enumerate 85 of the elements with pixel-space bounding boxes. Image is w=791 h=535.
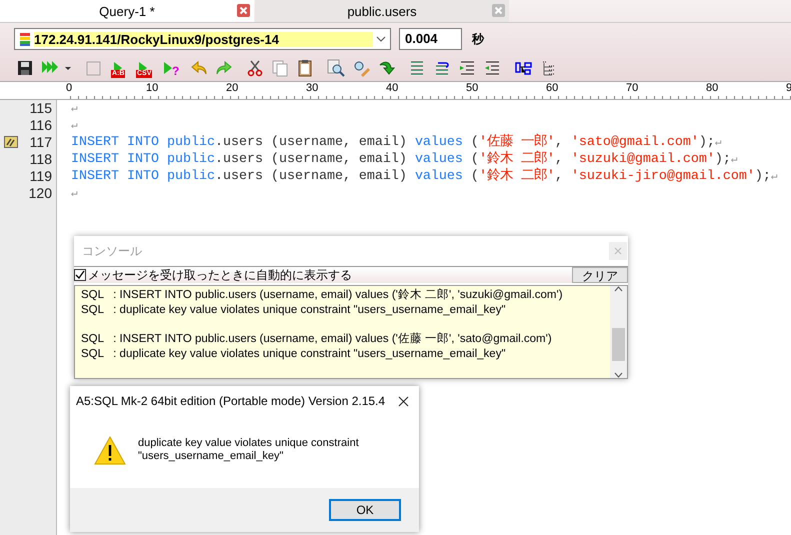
search-icon[interactable] xyxy=(327,59,345,77)
line-end-mark: ↵ xyxy=(71,103,78,115)
time-unit: 秒 xyxy=(472,30,484,48)
code-text: ( xyxy=(470,135,479,150)
line-number: 120 xyxy=(28,185,52,202)
line-end-mark: ↵ xyxy=(730,154,738,166)
checkbox[interactable] xyxy=(74,269,86,281)
scrollbar-thumb[interactable] xyxy=(612,328,625,361)
ruler-number: 10 xyxy=(146,82,160,96)
ruler-number: 50 xyxy=(466,82,480,96)
line-number: 115 xyxy=(30,100,52,117)
curved-arrow-icon[interactable] xyxy=(377,59,395,77)
warning-icon xyxy=(94,436,126,464)
caret-icon xyxy=(376,36,386,42)
log-line: SQL : duplicate key value violates unique constraint "users_username_email_key" xyxy=(81,347,507,362)
run-icon xyxy=(164,62,172,74)
dialog-title: A5:SQL Mk-2 64bit edition (Portable mode) Version 2.15.4 xyxy=(76,394,386,408)
sql-keyword: INSERT INTO public xyxy=(71,169,215,184)
sql-keyword: INSERT INTO public xyxy=(71,152,215,167)
log-line: SQL : INSERT INTO public.users (username, email) values ('鈴木 二郎', 'suzuki@gmail.com') xyxy=(81,288,564,303)
code-text: , xyxy=(554,135,564,150)
ruler-number: 70 xyxy=(626,82,640,96)
string-literal: '鈴木 二郎' xyxy=(478,152,555,167)
ruler-number: 20 xyxy=(226,82,240,96)
code-text: .users (username, email) xyxy=(214,169,408,184)
close-icon[interactable] xyxy=(398,396,409,406)
sql-keyword: INSERT INTO public xyxy=(71,135,215,150)
code-text: , xyxy=(554,169,564,184)
scrollbar[interactable] xyxy=(610,286,627,378)
diagram-icon[interactable] xyxy=(514,60,532,76)
code-text: ); xyxy=(698,135,715,150)
checkbox-label: メッセージを受け取ったときに自動的に表示する xyxy=(88,266,352,284)
ok-button[interactable]: OK xyxy=(329,499,401,521)
tab[interactable]: public.users xyxy=(255,0,509,22)
line-number: 119 xyxy=(30,168,52,185)
outdent-icon[interactable] xyxy=(483,59,501,77)
panel-title: コンソール xyxy=(82,242,142,260)
log-line: SQL : duplicate key value violates unique constraint "users_username_email_key" xyxy=(81,303,507,318)
tab[interactable]: Query-1 * xyxy=(0,0,254,22)
line-end-mark: ↵ xyxy=(71,120,78,132)
ruler-number: 80 xyxy=(706,82,720,96)
string-literal: 'suzuki-jiro@gmail.com' xyxy=(570,169,755,184)
string-literal: '鈴木 二郎' xyxy=(478,169,555,184)
code-text: ( xyxy=(470,169,479,184)
connection-text: 172.24.91.141/RockyLinux9/postgres-14 xyxy=(34,32,373,46)
code-text: .users (username, email) xyxy=(214,152,408,167)
line-end-mark: ↵ xyxy=(714,137,722,149)
ruler-number: 0 xyxy=(66,82,74,96)
code-text: ( xyxy=(470,152,479,167)
save-icon[interactable] xyxy=(16,59,34,77)
line-number: 116 xyxy=(30,117,52,134)
ruler-number: 30 xyxy=(306,82,320,96)
indent-icon[interactable] xyxy=(458,59,476,77)
line-end-mark: ↵ xyxy=(71,188,78,200)
string-literal: '佐藤 一郎' xyxy=(478,135,555,150)
database-icon xyxy=(19,32,31,46)
scissors-icon[interactable] xyxy=(246,59,264,77)
error-message: duplicate key value violates unique constraint "users_username_email_key" xyxy=(138,437,359,463)
elapsed-time-field: 0.004 xyxy=(399,28,462,50)
line-end-mark: ↵ xyxy=(770,171,778,183)
ruler-number: 40 xyxy=(386,82,400,96)
ruler-number: 60 xyxy=(546,82,560,96)
sql-keyword: values xyxy=(414,152,463,167)
scroll-up-icon xyxy=(614,286,623,292)
icon-label: ? xyxy=(172,65,180,77)
search-pencil-icon[interactable] xyxy=(352,59,370,77)
code-text: ); xyxy=(754,169,771,184)
undo-arrow-icon[interactable] xyxy=(190,59,208,77)
checkmark-icon xyxy=(75,270,85,280)
sql-keyword: values xyxy=(414,169,463,184)
code-text: .users (username, email) xyxy=(214,135,408,150)
log-line: SQL : INSERT INTO public.users (username, email) values ('佐藤 一郎', 'sato@gmail.com') xyxy=(81,332,553,347)
code-text: , xyxy=(554,152,564,167)
scroll-down-icon xyxy=(614,372,623,378)
align-lines-icon[interactable] xyxy=(408,59,426,77)
clipboard-icon[interactable] xyxy=(296,59,314,77)
code-text: ); xyxy=(714,152,731,167)
sql-keyword: values xyxy=(414,135,463,150)
clear-button[interactable]: クリア xyxy=(572,267,628,283)
line-number: 118 xyxy=(30,151,52,168)
close-icon xyxy=(614,247,622,255)
line-number: 117 xyxy=(30,134,52,151)
connection-dropdown[interactable]: 172.24.91.141/RockyLinux9/postgres-14 xyxy=(14,28,391,50)
string-literal: 'suzuki@gmail.com' xyxy=(570,152,715,167)
string-literal: 'sato@gmail.com' xyxy=(570,135,699,150)
